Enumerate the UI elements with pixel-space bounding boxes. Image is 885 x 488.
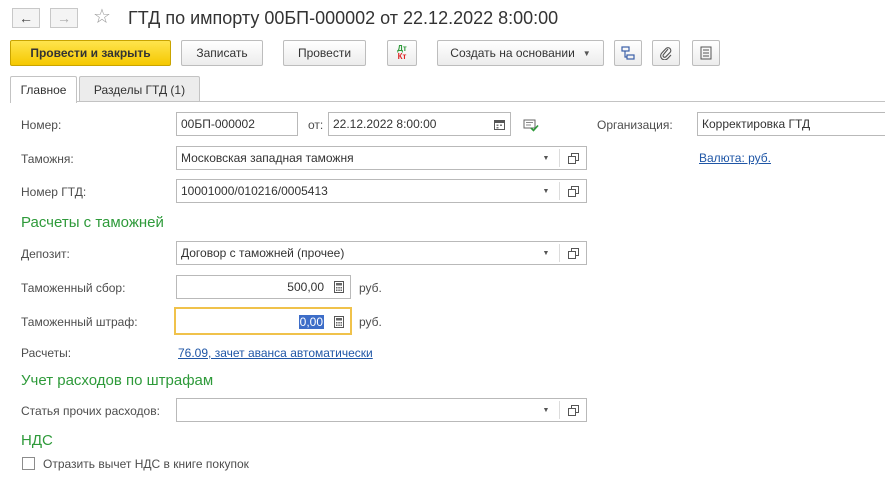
create-based-on-button[interactable]: Создать на основании ▼ (437, 40, 604, 66)
expense-item-select[interactable]: ▼ (176, 398, 587, 422)
customs-fine-value-wrap: 0,00 (298, 315, 324, 329)
post-button[interactable]: Провести (283, 40, 366, 66)
chevron-down-icon[interactable]: ▼ (536, 180, 556, 202)
tab-main[interactable]: Главное (10, 76, 77, 103)
customs-fee-input[interactable]: 500,00 (176, 275, 351, 299)
back-button[interactable]: ← (12, 8, 40, 28)
open-customs-button[interactable] (560, 147, 586, 169)
structure-button[interactable] (614, 40, 642, 66)
post-label: Провести (297, 46, 352, 60)
post-and-close-button[interactable]: Провести и закрыть (10, 40, 171, 66)
tab-divider (10, 101, 885, 102)
tab-main-label: Главное (20, 83, 67, 97)
customs-fine-label: Таможенный штраф: (21, 315, 138, 329)
number-field[interactable]: 00БП-000002 (176, 112, 298, 136)
deposit-select[interactable]: Договор с таможней (прочее) ▼ (176, 241, 587, 265)
chevron-down-icon[interactable]: ▼ (536, 242, 556, 264)
post-status-icon (523, 118, 539, 135)
customs-select[interactable]: Московская западная таможня ▼ (176, 146, 587, 170)
gtd-number-value: 10001000/010216/0005413 (181, 184, 328, 198)
create-based-on-label: Создать на основании (450, 46, 575, 60)
dt-kt-button[interactable]: Дт Кт (387, 40, 417, 66)
list-icon (700, 46, 712, 60)
deposit-value: Договор с таможней (прочее) (181, 246, 345, 260)
customs-label: Таможня: (21, 152, 74, 166)
star-icon[interactable]: ☆ (93, 6, 111, 28)
calendar-button[interactable] (488, 113, 510, 135)
open-icon (567, 404, 579, 416)
customs-fine-unit: руб. (359, 315, 382, 329)
attach-button[interactable] (652, 40, 680, 66)
page-title: ГТД по импорту 00БП-000002 от 22.12.2022… (128, 8, 559, 28)
calculator-icon (334, 281, 344, 293)
number-value: 00БП-000002 (181, 117, 255, 131)
calculator-button[interactable] (328, 311, 350, 333)
customs-fee-unit: руб. (359, 281, 382, 295)
open-icon (567, 247, 579, 259)
open-gtd-button[interactable] (560, 180, 586, 202)
section-vat: НДС (21, 432, 53, 449)
number-label: Номер: (21, 118, 62, 132)
organization-label: Организация: (597, 118, 673, 132)
tab-gtd-sections-label: Разделы ГТД (1) (93, 82, 186, 97)
calculator-icon (334, 316, 344, 328)
calendar-icon (493, 119, 505, 130)
dropdown-caret-icon: ▼ (582, 48, 591, 58)
more-actions-button[interactable] (692, 40, 720, 66)
tab-gtd-sections[interactable]: Разделы ГТД (1) (79, 76, 200, 102)
save-label: Записать (196, 46, 248, 60)
structure-icon (621, 46, 635, 60)
customs-fine-input[interactable]: 0,00 (174, 307, 352, 335)
save-button[interactable]: Записать (181, 40, 263, 66)
chevron-down-icon[interactable]: ▼ (536, 147, 556, 169)
section-fine-expenses: Учет расходов по штрафам (21, 372, 214, 389)
organization-value: Корректировка ГТД (702, 117, 811, 131)
paperclip-icon (660, 47, 672, 60)
arrow-left-icon: ← (19, 10, 33, 26)
forward-button[interactable]: → (50, 8, 78, 28)
date-value: 22.12.2022 8:00:00 (333, 117, 437, 131)
deposit-label: Депозит: (21, 247, 70, 261)
arrow-right-icon: → (57, 10, 71, 26)
open-icon (567, 185, 579, 197)
organization-field[interactable]: Корректировка ГТД (697, 112, 885, 136)
section-customs-settlements: Расчеты с таможней (21, 214, 164, 231)
chevron-down-icon[interactable]: ▼ (536, 399, 556, 421)
date-field[interactable]: 22.12.2022 8:00:00 (328, 112, 511, 136)
date-label: от: (308, 118, 324, 132)
kt-text: Кт (397, 52, 407, 61)
calculator-button[interactable] (328, 276, 350, 298)
open-icon (567, 152, 579, 164)
customs-fee-value: 500,00 (287, 280, 324, 294)
open-deposit-button[interactable] (560, 242, 586, 264)
customs-fee-label: Таможенный сбор: (21, 281, 126, 295)
dt-kt-icon: Дт Кт (397, 45, 407, 61)
vat-deduction-checkbox[interactable] (22, 457, 35, 470)
post-and-close-label: Провести и закрыть (30, 46, 151, 60)
gtd-number-select[interactable]: 10001000/010216/0005413 ▼ (176, 179, 587, 203)
vat-deduction-label[interactable]: Отразить вычет НДС в книге покупок (43, 457, 249, 471)
customs-fine-value: 0,00 (298, 315, 324, 329)
expense-item-label: Статья прочих расходов: (21, 404, 160, 418)
customs-value: Московская западная таможня (181, 151, 354, 165)
settlements-label: Расчеты: (21, 346, 72, 360)
gtd-number-label: Номер ГТД: (21, 185, 87, 199)
open-expense-button[interactable] (560, 399, 586, 421)
settlements-link[interactable]: 76.09, зачет аванса автоматически (178, 346, 373, 360)
currency-link[interactable]: Валюта: руб. (699, 151, 771, 165)
